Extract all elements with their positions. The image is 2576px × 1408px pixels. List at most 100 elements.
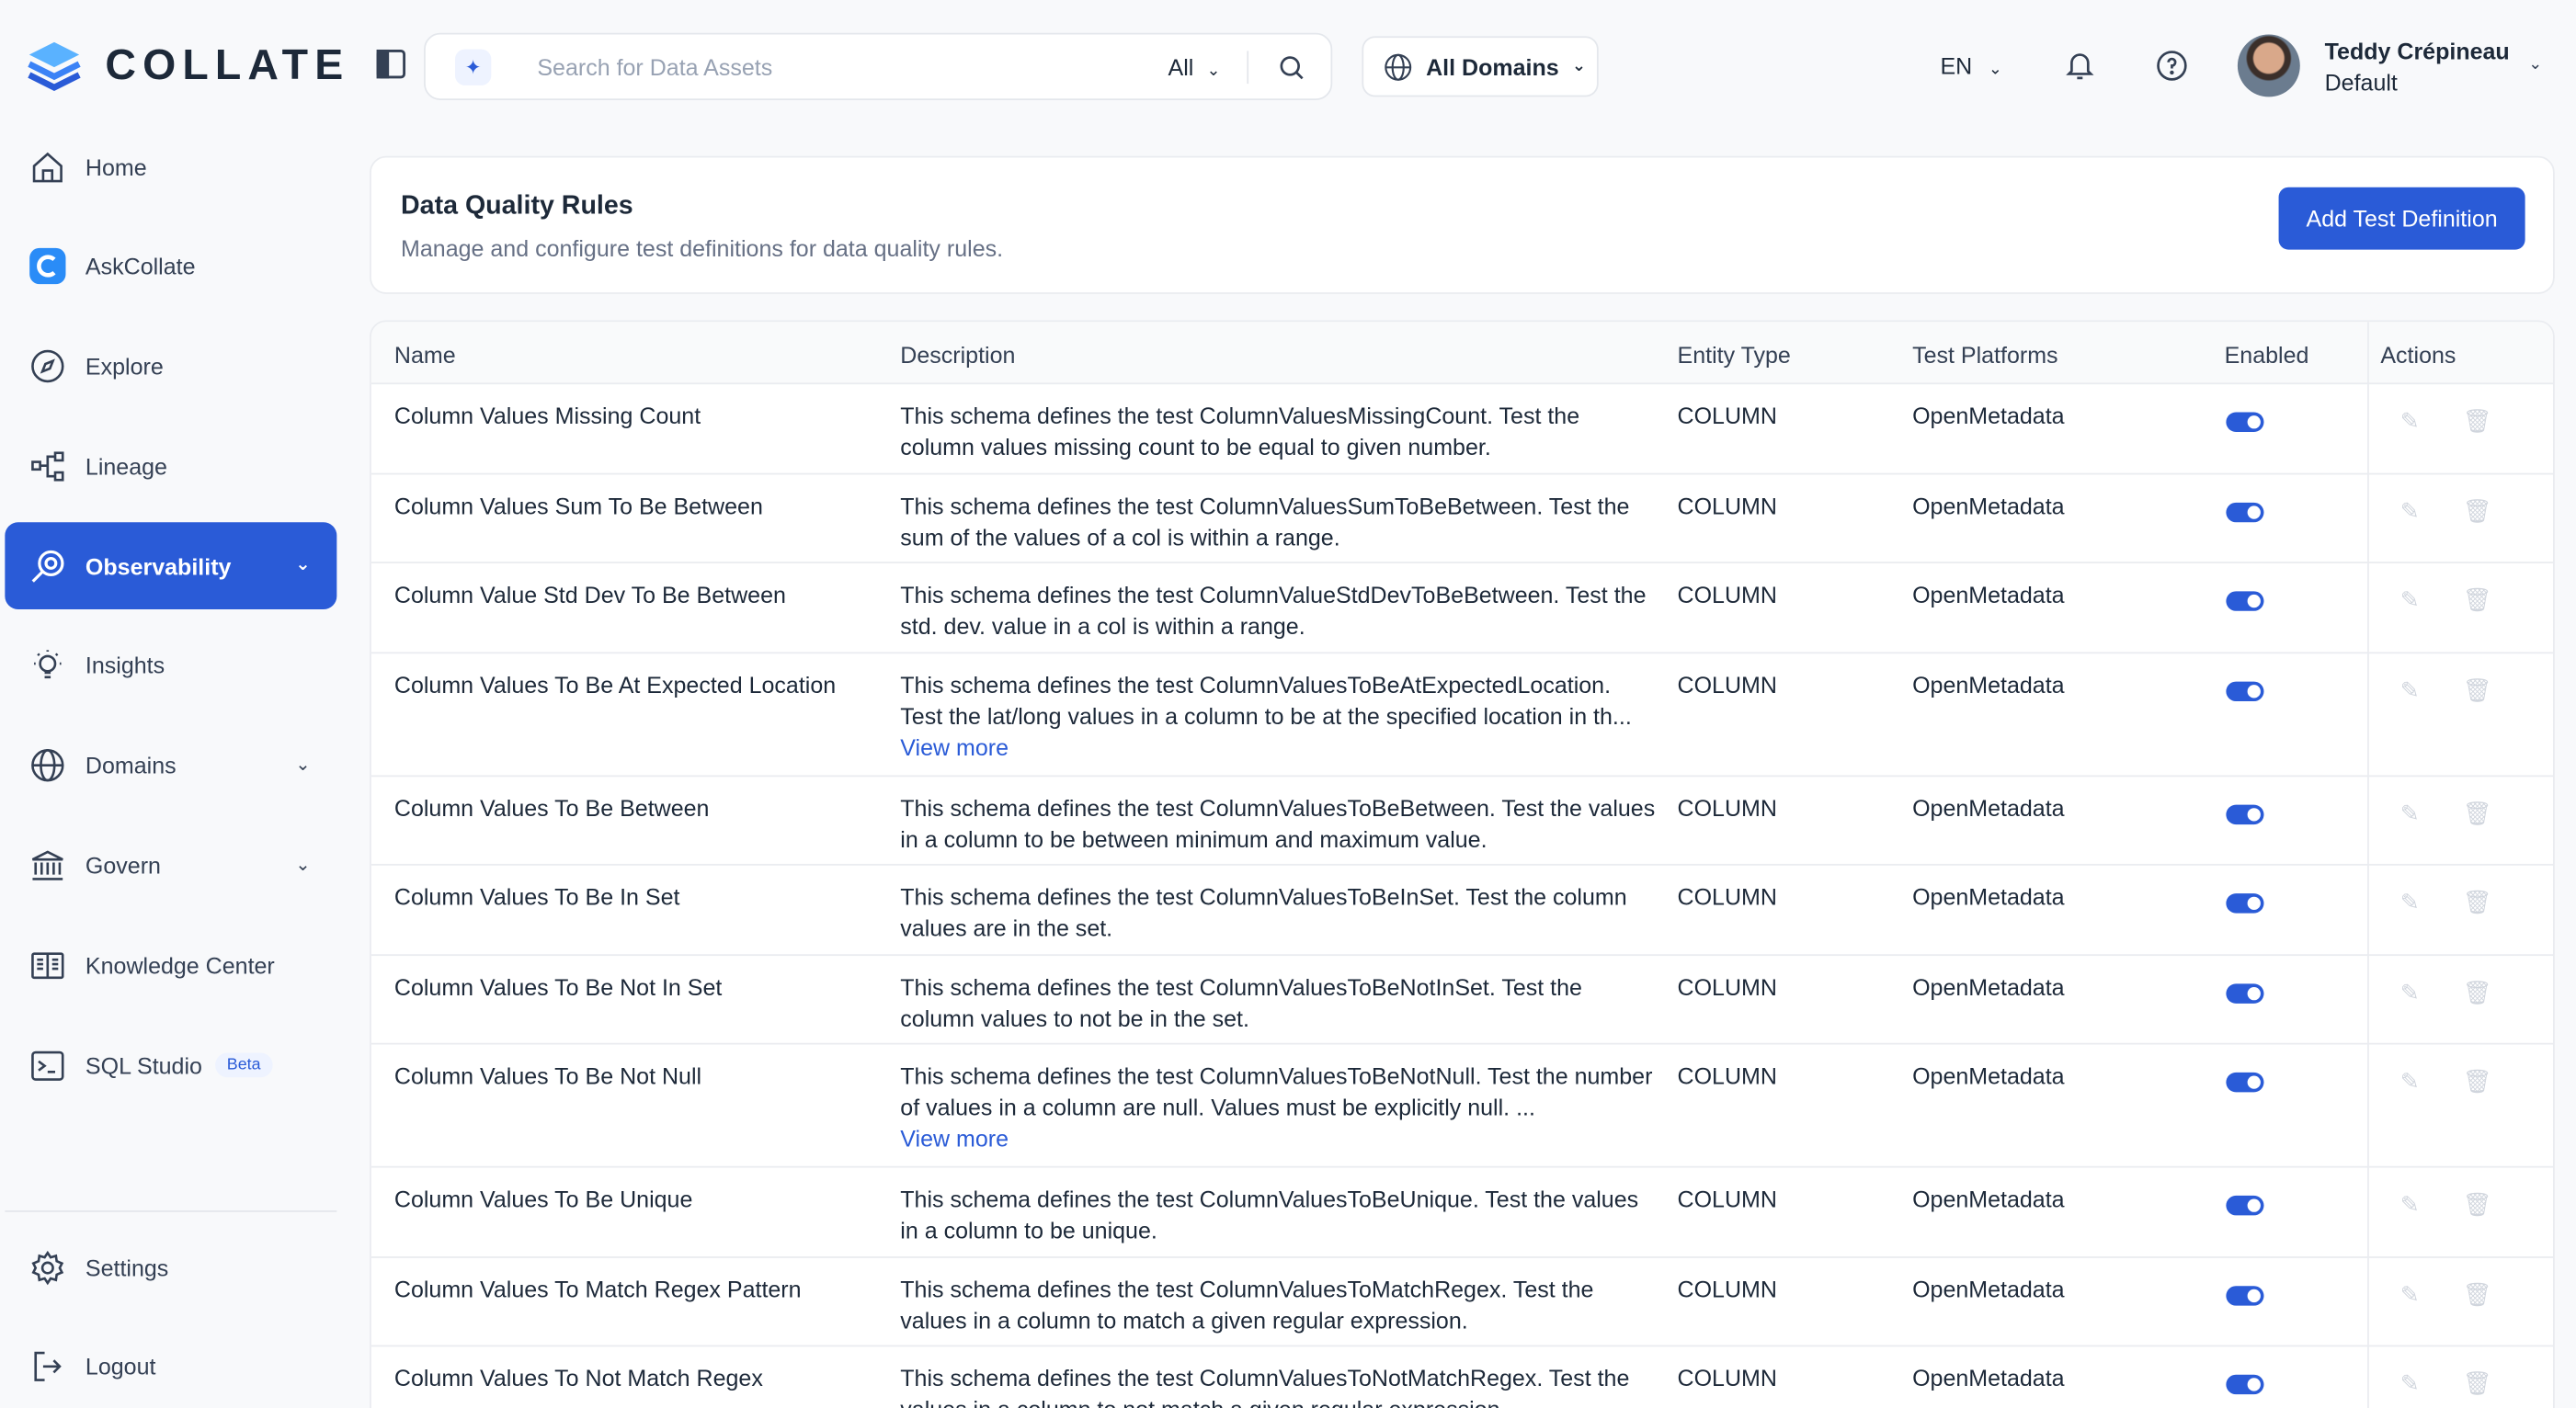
edit-icon[interactable]: ✎	[2400, 676, 2420, 703]
trash-icon[interactable]: 🗑	[2463, 586, 2492, 614]
cell-name[interactable]: Column Values To Be Not In Set	[394, 971, 887, 1003]
chevron-down-icon[interactable]: ⌄	[295, 754, 310, 775]
cell-test-platform: OpenMetadata	[1912, 581, 2065, 608]
chevron-down-icon[interactable]: ⌄	[295, 853, 310, 874]
trash-icon[interactable]: 🗑	[2463, 978, 2492, 1005]
table-row[interactable]: Column Values To Not Match Regex This sch…	[371, 1346, 2553, 1408]
sidebar-item-observability[interactable]: Observability ⌄	[5, 522, 337, 610]
view-more-link[interactable]: View more	[900, 1123, 1656, 1154]
cell-name[interactable]: Column Values Missing Count	[394, 401, 887, 432]
sidebar-item-askcollate[interactable]: AskCollate	[5, 223, 336, 311]
enabled-toggle[interactable]	[2226, 982, 2264, 1003]
edit-icon[interactable]: ✎	[2400, 586, 2420, 614]
chevron-down-icon[interactable]: ⌄	[295, 554, 310, 574]
help-icon[interactable]	[2156, 50, 2189, 83]
cell-name[interactable]: Column Values To Be Between	[394, 792, 887, 823]
trash-icon[interactable]: 🗑	[2463, 1191, 2492, 1219]
edit-icon[interactable]: ✎	[2400, 799, 2420, 826]
edit-icon[interactable]: ✎	[2400, 978, 2420, 1005]
trash-icon[interactable]: 🗑	[2463, 889, 2492, 916]
trash-icon[interactable]: 🗑	[2463, 676, 2492, 703]
cell-name[interactable]: Column Values To Not Match Regex	[394, 1363, 887, 1394]
sidebar-item-label: Logout	[85, 1354, 156, 1380]
trash-icon[interactable]: 🗑	[2463, 799, 2492, 826]
edit-icon[interactable]: ✎	[2400, 407, 2420, 435]
enabled-toggle[interactable]	[2226, 1374, 2264, 1395]
trash-icon[interactable]: 🗑	[2463, 1280, 2492, 1308]
cell-name[interactable]: Column Value Std Dev To Be Between	[394, 580, 887, 611]
table-row[interactable]: Column Values To Be Not Null This schema …	[370, 1045, 2553, 1168]
cell-test-platform: OpenMetadata	[1912, 794, 2065, 821]
search-input[interactable]: Search for Data Assets	[537, 54, 772, 81]
trash-icon[interactable]: 🗑	[2463, 407, 2492, 435]
enabled-toggle[interactable]	[2226, 1285, 2264, 1305]
edit-icon[interactable]: ✎	[2400, 1369, 2420, 1397]
trash-icon[interactable]: 🗑	[2463, 1369, 2492, 1397]
enabled-toggle[interactable]	[2226, 803, 2264, 824]
edit-icon[interactable]: ✎	[2400, 497, 2420, 525]
table-row[interactable]: Column Values To Be Between This schema d…	[370, 776, 2553, 866]
sidebar-item-label: Observability	[85, 552, 232, 580]
sidebar-item-settings[interactable]: Settings	[5, 1223, 336, 1311]
cell-name[interactable]: Column Values To Be At Expected Location	[394, 669, 887, 700]
search-scope-dropdown[interactable]: All ⌄	[1168, 54, 1221, 81]
table-row[interactable]: Column Values To Be Unique This schema de…	[370, 1168, 2553, 1257]
sidebar-item-domains[interactable]: Domains ⌄	[5, 722, 336, 810]
bell-icon[interactable]	[2063, 50, 2096, 83]
user-name[interactable]: Teddy Crépineau	[2325, 38, 2510, 64]
table-row[interactable]: Column Values To Be At Expected Location…	[370, 653, 2553, 777]
add-test-definition-button[interactable]: Add Test Definition	[2278, 187, 2525, 250]
gear-icon	[28, 1247, 67, 1287]
enabled-toggle[interactable]	[2226, 680, 2264, 701]
cell-name[interactable]: Column Values To Match Regex Pattern	[394, 1274, 887, 1305]
home-icon	[28, 147, 67, 187]
domains-dropdown[interactable]: All Domains ⌄	[1362, 36, 1599, 97]
brand-logo[interactable]: COLLATE	[23, 33, 349, 96]
sidebar-item-sql-studio[interactable]: SQL Studio Beta	[5, 1022, 336, 1109]
table-row[interactable]: Column Values To Match Regex Pattern This…	[370, 1257, 2553, 1347]
enabled-toggle[interactable]	[2226, 591, 2264, 611]
chevron-down-icon: ⌄	[1206, 62, 1221, 81]
edit-icon[interactable]: ✎	[2400, 1280, 2420, 1308]
language-selector[interactable]: EN ⌄	[1940, 52, 2001, 79]
sidebar-item-govern[interactable]: Govern ⌄	[5, 823, 336, 910]
cell-entity-type: COLUMN	[1677, 402, 1777, 429]
sidebar-item-explore[interactable]: Explore	[5, 323, 336, 410]
description-text: This schema defines the test ColumnValue…	[900, 492, 1630, 550]
trash-icon[interactable]: 🗑	[2463, 1068, 2492, 1096]
table-row[interactable]: Column Values To Be In Set This schema de…	[370, 866, 2553, 956]
edit-icon[interactable]: ✎	[2400, 1068, 2420, 1096]
cell-description: This schema defines the test ColumnValue…	[900, 1061, 1656, 1154]
cell-description: This schema defines the test ColumnValue…	[900, 1274, 1656, 1336]
edit-icon[interactable]: ✎	[2400, 1191, 2420, 1219]
cell-name[interactable]: Column Values To Be Not Null	[394, 1061, 887, 1092]
table-row[interactable]: Column Values Sum To Be Between This sche…	[370, 474, 2553, 563]
sidebar-item-home[interactable]: Home	[5, 123, 336, 210]
sidebar-item-knowledge-center[interactable]: Knowledge Center	[5, 922, 336, 1009]
cell-name[interactable]: Column Values To Be Unique	[394, 1184, 887, 1215]
sidebar-item-label: Home	[85, 153, 147, 180]
cell-name[interactable]: Column Values To Be In Set	[394, 882, 887, 914]
sidebar-item-logout[interactable]: Logout	[5, 1323, 336, 1408]
table-row[interactable]: Column Values To Be Not In Set This schem…	[370, 955, 2553, 1045]
edit-icon[interactable]: ✎	[2400, 889, 2420, 916]
view-more-link[interactable]: View more	[900, 732, 1656, 763]
search-bar[interactable]: ✦ Search for Data Assets All ⌄	[424, 32, 1333, 101]
enabled-toggle[interactable]	[2226, 1195, 2264, 1216]
table-row[interactable]: Column Value Std Dev To Be Between This s…	[370, 563, 2553, 653]
enabled-toggle[interactable]	[2226, 893, 2264, 914]
enabled-toggle[interactable]	[2226, 501, 2264, 522]
sidebar-item-lineage[interactable]: Lineage	[5, 423, 336, 510]
trash-icon[interactable]: 🗑	[2463, 497, 2492, 525]
search-icon[interactable]	[1276, 52, 1305, 82]
sidebar-collapse-icon[interactable]	[376, 49, 406, 79]
sidebar-item-insights[interactable]: Insights	[5, 622, 336, 710]
enabled-toggle[interactable]	[2226, 1072, 2264, 1093]
enabled-toggle[interactable]	[2226, 412, 2264, 432]
sparkle-icon[interactable]: ✦	[454, 49, 492, 85]
avatar[interactable]	[2237, 34, 2300, 97]
cell-name[interactable]: Column Values Sum To Be Between	[394, 490, 887, 521]
header-entity-type: Entity Type	[1677, 341, 1791, 369]
table-row[interactable]: Column Values Missing Count This schema d…	[370, 384, 2553, 474]
chevron-down-icon[interactable]: ⌄	[2528, 56, 2542, 74]
